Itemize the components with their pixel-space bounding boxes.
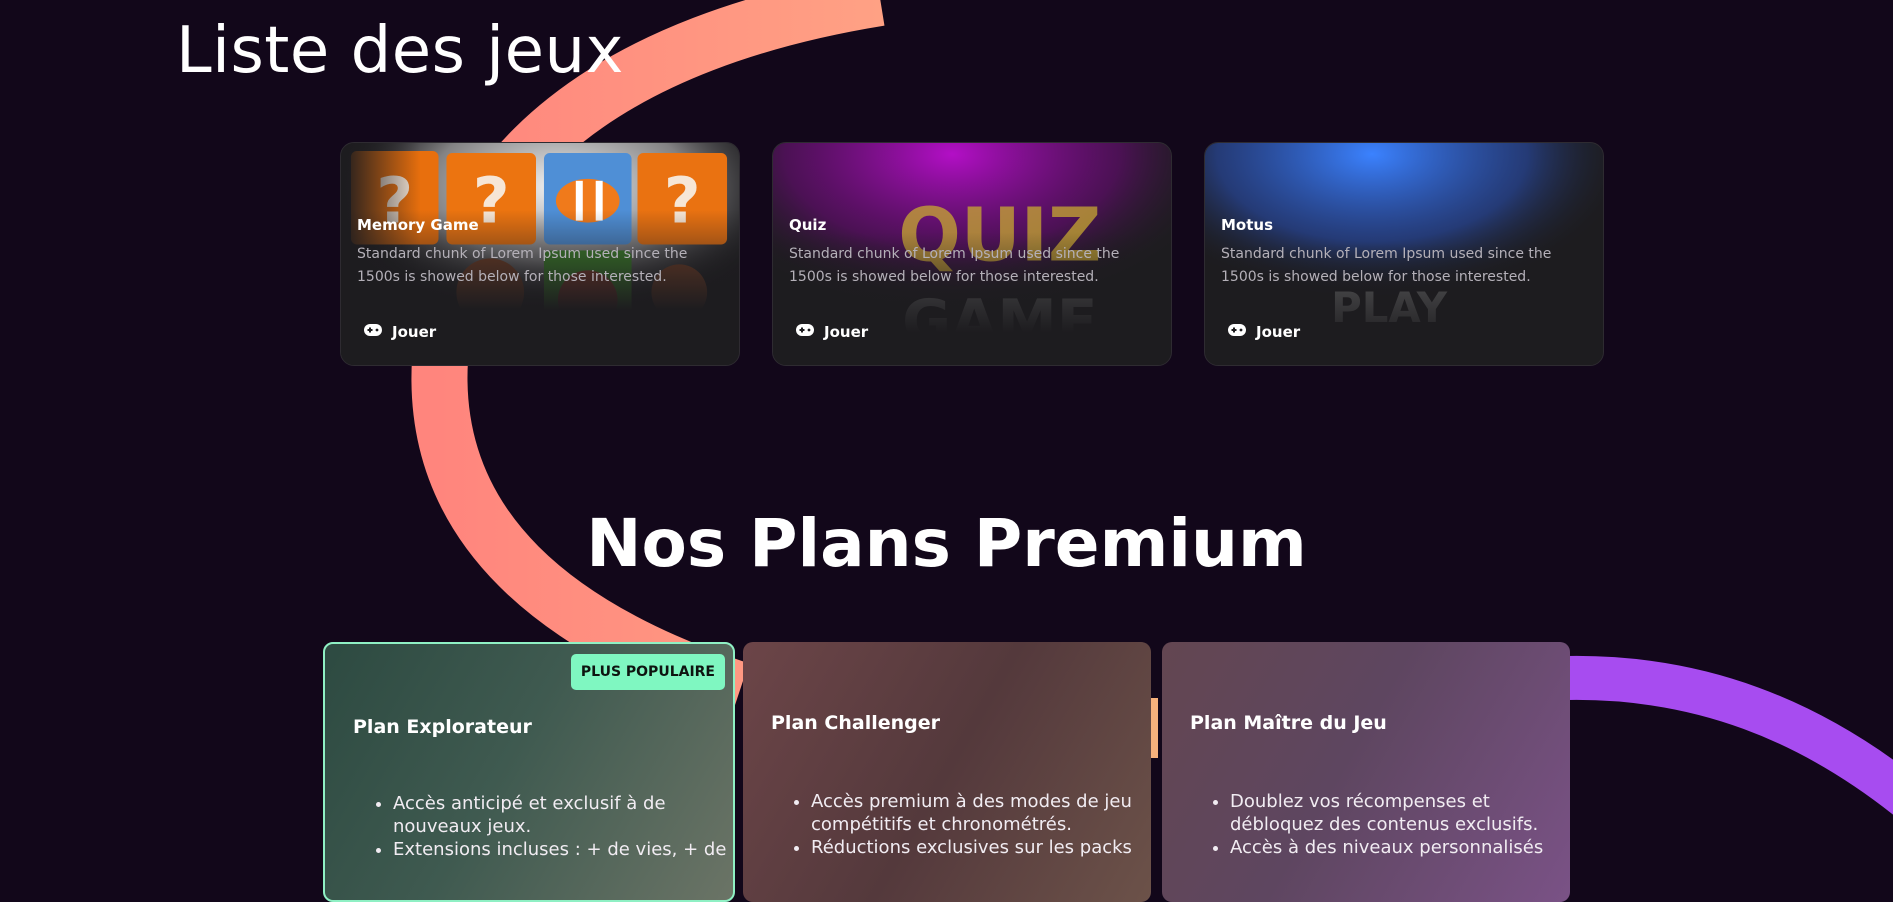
game-title: Quiz: [789, 216, 827, 234]
plan-features: Doublez vos récompenses et débloquez des…: [1190, 790, 1570, 859]
plan-feature: Réductions exclusives sur les packs: [811, 836, 1151, 859]
game-title: Motus: [1221, 216, 1274, 234]
play-label: Jouer: [824, 323, 869, 341]
plan-name: Plan Challenger: [771, 712, 940, 734]
plan-card-explorateur[interactable]: PLUS POPULAIRE Plan Explorateur Accès an…: [323, 642, 735, 902]
game-card-motus: PLAY Motus Standard chunk of Lorem Ipsum…: [1204, 142, 1604, 366]
game-description: Standard chunk of Lorem Ipsum used since…: [789, 246, 1120, 285]
plan-features: Accès premium à des modes de jeu compéti…: [771, 790, 1151, 859]
page-title: Liste des jeux: [176, 14, 624, 88]
plan-card-maitre-du-jeu[interactable]: Plan Maître du Jeu Doublez vos récompens…: [1162, 642, 1570, 902]
plan-feature: Accès premium à des modes de jeu compéti…: [811, 790, 1151, 836]
play-label: Jouer: [1256, 323, 1301, 341]
plan-feature: Extensions incluses : + de vies, + de: [393, 838, 733, 861]
plan-feature: Accès anticipé et exclusif à de nouveaux…: [393, 792, 733, 838]
plan-features: Accès anticipé et exclusif à de nouveaux…: [353, 792, 733, 861]
game-card-quiz: QUIZ GAME Quiz Standard chunk of Lorem I…: [772, 142, 1172, 366]
gamepad-icon: [795, 323, 815, 341]
plan-feature: Doublez vos récompenses et débloquez des…: [1230, 790, 1570, 836]
gamepad-icon: [363, 323, 383, 341]
plan-feature: Accès à des niveaux personnalisés: [1230, 836, 1570, 859]
plan-card-challenger[interactable]: Plan Challenger Accès premium à des mode…: [743, 642, 1151, 902]
plan-name: Plan Explorateur: [353, 716, 532, 738]
gamepad-icon: [1227, 323, 1247, 341]
game-description: Standard chunk of Lorem Ipsum used since…: [357, 246, 688, 285]
plan-name: Plan Maître du Jeu: [1190, 712, 1387, 734]
play-label: Jouer: [392, 323, 437, 341]
play-button[interactable]: Jouer: [1227, 323, 1300, 341]
play-button[interactable]: Jouer: [795, 323, 868, 341]
game-description: Standard chunk of Lorem Ipsum used since…: [1221, 246, 1552, 285]
play-button[interactable]: Jouer: [363, 323, 436, 341]
game-title: Memory Game: [357, 216, 479, 234]
game-card-memory: ? ? ? Memory Game Standard chunk of Lore…: [340, 142, 740, 366]
popular-badge: PLUS POPULAIRE: [570, 654, 725, 690]
plans-title: Nos Plans Premium: [586, 505, 1307, 582]
